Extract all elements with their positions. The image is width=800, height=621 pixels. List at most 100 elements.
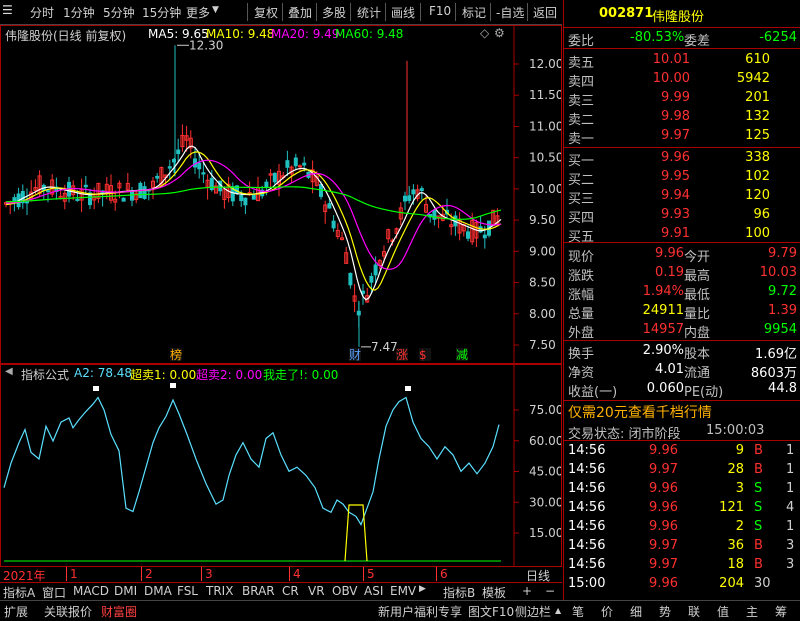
event-marker[interactable]: 减	[456, 348, 468, 362]
ask-row: 卖五 10.01 610	[564, 50, 800, 71]
y-tick-label: 12.00	[529, 57, 561, 71]
add-pane-button[interactable]: +	[522, 584, 532, 598]
candle-body	[167, 166, 172, 169]
tab-more[interactable]: 更多	[186, 4, 210, 21]
indicator-y-tick: 75.00	[529, 403, 561, 417]
tab-window[interactable]: 窗口	[42, 584, 66, 601]
quick-tab[interactable]: 笔	[572, 603, 584, 620]
f10-graphic-button[interactable]: 图文F10	[468, 603, 514, 620]
bid-price: 9.91	[661, 226, 690, 241]
event-marker[interactable]: 榜	[170, 347, 182, 362]
kline-title: 伟隆股份(日线 前复权)	[5, 29, 127, 43]
ask-volume: 201	[745, 90, 770, 105]
month-label: 4	[289, 567, 301, 581]
tab-indicator-b[interactable]: 指标B	[443, 584, 475, 601]
tick-price: 9.96	[649, 443, 678, 458]
tab-indicator-a[interactable]: 指标A	[3, 584, 35, 601]
ma-line	[5, 151, 502, 291]
quick-tab[interactable]: 主	[746, 603, 758, 620]
event-marker[interactable]: 涨	[396, 347, 408, 362]
tab-5min[interactable]: 5分钟	[103, 4, 135, 21]
kline-chart[interactable]: 12.00 11.50 11.00 10.50 10.00 9.50 9.00 8.50 8.0…	[1, 26, 561, 363]
kline-pane[interactable]: 12.00 11.50 11.00 10.50 10.00 9.50 9.00 8.50 8.0…	[0, 25, 562, 364]
stock-name: 伟隆股份	[652, 10, 705, 25]
diamond-icon[interactable]: ◇	[480, 26, 489, 40]
adjust-button[interactable]: 复权	[254, 4, 278, 21]
new-user-benefit-link[interactable]: 新用户福利专享	[378, 603, 462, 620]
settings-icon[interactable]: ⚙	[494, 26, 505, 40]
ma10-label: MA10: 9.48	[206, 27, 275, 41]
tick-volume: 28	[727, 462, 744, 477]
wealth-circle-button[interactable]: 财富圈	[101, 603, 137, 620]
quick-tab[interactable]: 价	[601, 603, 613, 620]
month-label: 5	[363, 567, 375, 581]
menu-icon[interactable]: ☰	[2, 3, 13, 17]
candle-body	[302, 162, 307, 166]
stat-row: 总量 24911 量比 1.39	[564, 301, 800, 322]
bid-volume: 120	[745, 188, 770, 203]
indicator-chart[interactable]: 75.00 60.00 45.00 30.00 15.00	[1, 365, 561, 566]
tick-direction: B	[754, 462, 763, 477]
event-marker[interactable]: $	[419, 348, 427, 362]
tab-brar[interactable]: BRAR	[242, 584, 275, 598]
chevron-down-icon[interactable]: ▼	[212, 5, 219, 15]
candle-body	[243, 197, 248, 206]
oversold1-marker	[344, 504, 368, 562]
candle-body	[331, 220, 336, 229]
bid-row: 买五 9.91 100	[564, 224, 800, 245]
tab-trix[interactable]: TRIX	[206, 584, 233, 598]
tab-fsl[interactable]: FSL	[177, 584, 198, 598]
tick-row: 15:00 9.96 204 30	[564, 574, 800, 594]
sidebar-button[interactable]: 侧边栏	[515, 603, 551, 620]
tab-asi[interactable]: ASI	[364, 584, 383, 598]
expand-button[interactable]: 扩展	[4, 603, 28, 620]
add-watchlist-button[interactable]: -自选	[496, 4, 524, 21]
tab-15min[interactable]: 15分钟	[142, 4, 181, 21]
remove-pane-button[interactable]: −	[545, 584, 555, 598]
tab-1min[interactable]: 1分钟	[63, 4, 95, 21]
chevron-right-icon[interactable]: ▶	[419, 584, 426, 594]
quick-tab[interactable]: 联	[688, 603, 700, 620]
quick-tab[interactable]: 势	[659, 603, 671, 620]
event-marker[interactable]: 财	[349, 348, 361, 362]
tab-macd[interactable]: MACD	[73, 584, 109, 598]
mark-button[interactable]: 标记	[462, 4, 486, 21]
collapse-icon[interactable]: ◀	[5, 366, 13, 377]
promo-link[interactable]: 仅需20元查看千档行情	[568, 402, 712, 422]
quick-tab[interactable]: 值	[717, 603, 729, 620]
period-label[interactable]: 日线	[526, 567, 550, 584]
tab-cr[interactable]: CR	[282, 584, 299, 598]
draw-line-button[interactable]: 画线	[391, 4, 415, 21]
stat-value: 9.72	[768, 284, 797, 299]
bid-price: 9.96	[661, 150, 690, 165]
quick-tab[interactable]: 筹	[775, 603, 787, 620]
candle-body	[466, 231, 470, 239]
candle-body	[293, 157, 298, 167]
tab-intraday[interactable]: 分时	[30, 4, 54, 21]
tab-dma[interactable]: DMA	[144, 584, 172, 598]
indicator-tabs: 指标A 窗口 MACD DMI DMA FSL TRIX BRAR CR VR …	[0, 583, 562, 600]
indicator-pane[interactable]: 75.00 60.00 45.00 30.00 15.00 ◀ 指标公式 A2: 78.…	[0, 364, 562, 567]
candle-body	[327, 203, 332, 209]
chevron-up-icon[interactable]: ▲	[555, 606, 561, 615]
tick-direction: S	[754, 500, 763, 515]
month-label: 6	[436, 567, 448, 581]
back-button[interactable]: 返回	[533, 4, 557, 21]
tab-emv[interactable]: EMV	[390, 584, 416, 598]
tab-vr[interactable]: VR	[308, 584, 325, 598]
f10-button[interactable]: F10	[429, 4, 451, 18]
tick-count: 1	[786, 462, 795, 477]
overlay-button[interactable]: 叠加	[288, 4, 312, 21]
tab-template[interactable]: 模板	[482, 584, 506, 601]
quick-tab[interactable]: 细	[630, 603, 642, 620]
stat-value: 2.90%	[642, 343, 684, 358]
candle-body	[142, 186, 147, 199]
tab-dmi[interactable]: DMI	[114, 584, 137, 598]
stat-value: 24911	[642, 303, 684, 318]
multi-stock-button[interactable]: 多股	[322, 4, 346, 21]
peak-marker	[170, 383, 176, 388]
related-quotes-button[interactable]: 关联报价	[44, 603, 92, 620]
indicator-title[interactable]: 指标公式	[21, 366, 69, 383]
statistics-button[interactable]: 统计	[357, 4, 381, 21]
tab-obv[interactable]: OBV	[332, 584, 358, 598]
